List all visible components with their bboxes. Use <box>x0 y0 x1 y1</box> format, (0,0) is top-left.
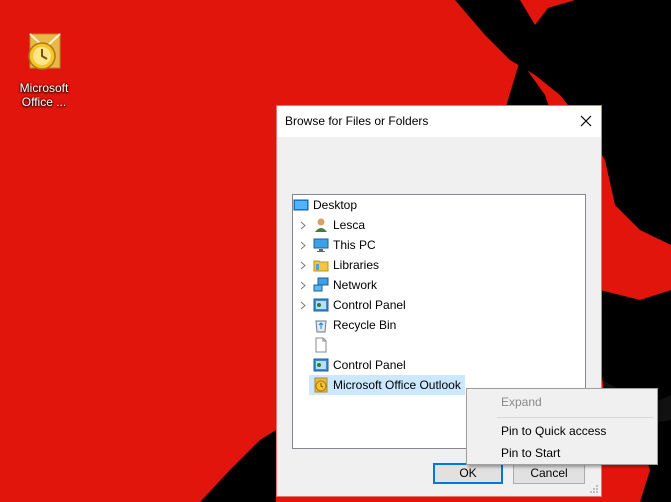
tree-item-control-panel[interactable]: Control Panel <box>297 295 406 315</box>
close-button[interactable] <box>571 106 601 136</box>
tree-item-label: Microsoft Office Outlook <box>333 378 461 392</box>
tree-item-outlook[interactable]: Microsoft Office Outlook <box>309 375 465 395</box>
dialog-titlebar[interactable]: Browse for Files or Folders <box>277 106 601 137</box>
outlook-icon <box>28 33 61 70</box>
tree-item-control-panel-2[interactable]: Control Panel <box>297 355 406 375</box>
tree-item-libraries[interactable]: Libraries <box>297 255 379 275</box>
menu-item-pin-to-start[interactable]: Pin to Start <box>469 442 655 464</box>
desktop-icon-outlook[interactable]: Microsoft Office ... <box>8 28 80 109</box>
tree-item-label: Network <box>333 278 378 292</box>
tree-item-blank[interactable] <box>297 335 333 355</box>
recycle-bin-icon <box>315 320 327 333</box>
user-icon <box>315 218 327 232</box>
desktop-folder-icon <box>293 199 309 211</box>
close-icon <box>580 115 592 127</box>
tree-item-label: Recycle Bin <box>333 318 397 332</box>
tree-item-lesca[interactable]: Lesca <box>297 215 365 235</box>
network-icon <box>313 277 329 292</box>
desktop-icon-label: Microsoft Office ... <box>19 81 69 109</box>
tree-item-network[interactable]: Network <box>297 275 377 295</box>
resize-grip-icon[interactable] <box>589 484 599 494</box>
chevron-right-icon[interactable] <box>297 295 309 315</box>
menu-item-pin-quick-access[interactable]: Pin to Quick access <box>469 420 655 442</box>
tree-item-this-pc[interactable]: This PC <box>297 235 376 255</box>
ok-button[interactable]: OK <box>433 463 503 484</box>
blank-file-icon <box>315 337 327 353</box>
outlook-icon <box>314 377 328 393</box>
chevron-right-icon[interactable] <box>297 255 309 275</box>
tree-item-label: Desktop <box>313 198 358 212</box>
libraries-icon <box>313 260 329 272</box>
control-panel-icon <box>313 298 329 312</box>
tree-item-label: Control Panel <box>333 298 406 312</box>
cancel-button[interactable]: Cancel <box>513 463 585 484</box>
menu-separator <box>497 417 653 418</box>
chevron-right-icon[interactable] <box>297 215 309 235</box>
tree-item-label: Control Panel <box>333 358 406 372</box>
computer-icon <box>313 238 329 252</box>
tree-item-label: This PC <box>333 238 376 252</box>
chevron-right-icon[interactable] <box>297 275 309 295</box>
control-panel-icon <box>313 358 329 372</box>
context-menu: Expand Pin to Quick access Pin to Start <box>466 388 658 465</box>
dialog-title: Browse for Files or Folders <box>285 114 429 128</box>
menu-item-expand[interactable]: Expand <box>469 391 655 413</box>
tree-item-label: Libraries <box>333 258 380 272</box>
tree-item-recycle-bin[interactable]: Recycle Bin <box>297 315 396 335</box>
tree-item-desktop[interactable]: Desktop <box>293 195 357 215</box>
tree-item-label: Lesca <box>333 218 366 232</box>
chevron-right-icon[interactable] <box>297 235 309 255</box>
